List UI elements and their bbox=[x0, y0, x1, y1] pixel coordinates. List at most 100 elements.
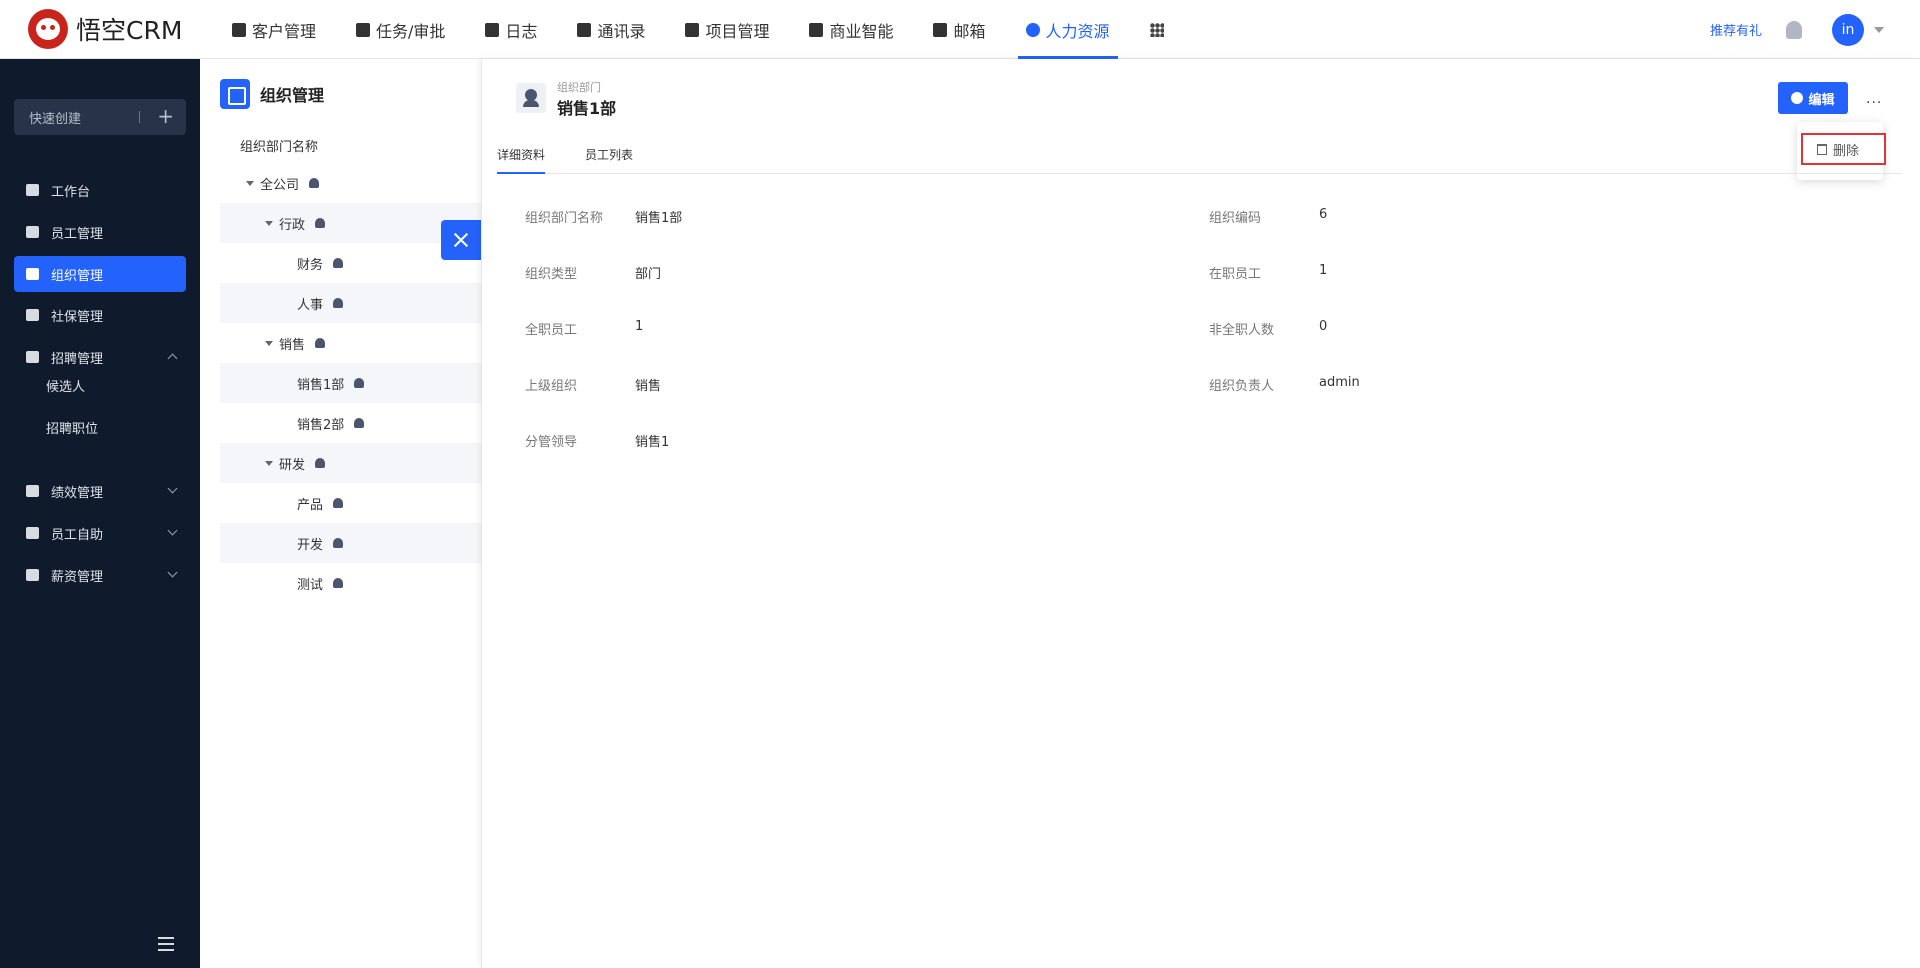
sidebar-item-label: 员工自助 bbox=[51, 527, 104, 543]
tree-node-label: 开发 bbox=[297, 537, 324, 553]
menu-log[interactable]: 日志 bbox=[465, 0, 557, 59]
tree-node-label: 研发 bbox=[279, 457, 306, 473]
menu-label: 任务/审批 bbox=[376, 21, 446, 41]
tree-node-test[interactable]: 测试 bbox=[220, 563, 481, 603]
user-badge-icon bbox=[26, 527, 39, 539]
sidebar-item-label: 社保管理 bbox=[51, 309, 104, 325]
menu-label: 人力资源 bbox=[1045, 21, 1110, 41]
department-user-icon bbox=[516, 83, 546, 113]
user-icon bbox=[354, 378, 365, 388]
sidebar: 快速创建 + 工作台 员工管理 组织管理 社保管理 招聘管理 候选人 招聘职位 … bbox=[0, 59, 200, 968]
tree-node-sales-2[interactable]: 销售2部 bbox=[220, 403, 481, 443]
caret-down-icon[interactable] bbox=[246, 180, 254, 186]
field-label: 组织负责人 bbox=[1209, 379, 1275, 394]
more-button[interactable]: ··· bbox=[1866, 95, 1882, 111]
tree-node-sales-1[interactable]: 销售1部 bbox=[220, 363, 481, 403]
sidebar-item-org[interactable]: 组织管理 bbox=[14, 256, 186, 292]
notebook-icon bbox=[485, 22, 500, 37]
tab-details[interactable]: 详细资料 bbox=[497, 146, 546, 174]
sidebar-item-workbench[interactable]: 工作台 bbox=[14, 172, 186, 208]
sidebar-item-employee[interactable]: 员工管理 bbox=[14, 214, 186, 250]
menu-label: 项目管理 bbox=[705, 21, 770, 41]
sidebar-item-performance[interactable]: 绩效管理 bbox=[14, 473, 186, 509]
app-grid-button[interactable] bbox=[1130, 0, 1184, 59]
menu-label: 通讯录 bbox=[597, 21, 646, 41]
tree-node-company[interactable]: 全公司 bbox=[220, 163, 481, 203]
tree-node-hr[interactable]: 人事 bbox=[220, 283, 481, 323]
top-navigation: 悟空CRM 客户管理 任务/审批 日志 通讯录 项目管理 商业智能 邮箱 人力资… bbox=[0, 0, 1920, 59]
field-value: 6 bbox=[1319, 207, 1328, 222]
field-label: 组织部门名称 bbox=[525, 211, 604, 226]
tree-node-sales[interactable]: 销售 bbox=[220, 323, 481, 363]
chevron-down-icon[interactable] bbox=[1874, 26, 1884, 33]
menu-task-approval[interactable]: 任务/审批 bbox=[336, 0, 465, 59]
menu-customer[interactable]: 客户管理 bbox=[212, 0, 336, 59]
tree-node-label: 人事 bbox=[297, 297, 324, 313]
field-value: 销售 bbox=[635, 379, 662, 394]
field-label: 在职员工 bbox=[1209, 267, 1262, 282]
menu-bi[interactable]: 商业智能 bbox=[789, 0, 913, 59]
caret-down-icon[interactable] bbox=[265, 340, 273, 346]
bell-icon[interactable] bbox=[1786, 20, 1802, 39]
chevron-down-icon bbox=[167, 525, 178, 536]
menu-mail[interactable]: 邮箱 bbox=[913, 0, 1005, 59]
caret-down-icon[interactable] bbox=[265, 220, 273, 226]
quick-create-button[interactable]: 快速创建 + bbox=[14, 99, 186, 135]
user-icon bbox=[333, 258, 344, 268]
sidebar-subitem-positions[interactable]: 招聘职位 bbox=[46, 418, 98, 437]
org-tree-panel: 组织管理 组织部门名称 全公司 行政 财务 人事 销售 销售1部 销售2部 研发… bbox=[200, 59, 481, 968]
chevron-up-icon bbox=[167, 353, 178, 364]
edit-button[interactable]: 编辑 bbox=[1778, 82, 1848, 114]
logo[interactable]: 悟空CRM bbox=[28, 9, 182, 49]
sidebar-item-recruitment[interactable]: 招聘管理 bbox=[14, 339, 186, 375]
bar-chart-icon bbox=[26, 485, 39, 497]
sidebar-item-social-security[interactable]: 社保管理 bbox=[14, 297, 186, 333]
quick-create-label: 快速创建 bbox=[29, 111, 82, 127]
tree-node-label: 财务 bbox=[297, 257, 324, 273]
menu-contacts[interactable]: 通讯录 bbox=[557, 0, 665, 59]
field-label: 分管领导 bbox=[525, 435, 578, 450]
phone-book-icon bbox=[577, 22, 592, 37]
detail-subtitle: 组织部门 bbox=[557, 81, 601, 94]
recommend-link[interactable]: 推荐有礼 bbox=[1710, 20, 1762, 39]
detail-panel: 组织部门 销售1部 编辑 ··· 删除 详细资料 员工列表 组织部门名称 销售1… bbox=[481, 59, 1920, 968]
tree-node-label: 测试 bbox=[297, 577, 324, 593]
field-value: admin bbox=[1319, 375, 1360, 390]
close-detail-button[interactable] bbox=[441, 220, 481, 260]
field-label: 全职员工 bbox=[525, 323, 578, 338]
collapse-menu-icon[interactable] bbox=[158, 937, 180, 953]
tree-node-dev[interactable]: 开发 bbox=[220, 523, 481, 563]
main-menu: 客户管理 任务/审批 日志 通讯录 项目管理 商业智能 邮箱 人力资源 bbox=[212, 0, 1184, 59]
monitor-icon bbox=[26, 184, 39, 196]
briefcase-icon bbox=[356, 22, 371, 37]
tree-node-product[interactable]: 产品 bbox=[220, 483, 481, 523]
tree-node-rnd[interactable]: 研发 bbox=[220, 443, 481, 483]
caret-down-icon[interactable] bbox=[265, 460, 273, 466]
logo-text: 悟空CRM bbox=[76, 16, 183, 45]
user-icon bbox=[26, 226, 39, 238]
monkey-logo-icon bbox=[28, 9, 68, 49]
top-right-actions: 推荐有礼 in bbox=[1710, 0, 1884, 59]
sidebar-subitem-candidates[interactable]: 候选人 bbox=[46, 376, 85, 395]
plus-icon[interactable]: + bbox=[157, 104, 174, 128]
chevron-down-icon bbox=[167, 483, 178, 494]
avatar[interactable]: in bbox=[1832, 13, 1864, 46]
tree-node-label: 销售2部 bbox=[297, 417, 345, 433]
tree-node-label: 销售 bbox=[279, 337, 306, 353]
menu-label: 客户管理 bbox=[252, 21, 317, 41]
sidebar-item-self-service[interactable]: 员工自助 bbox=[14, 515, 186, 551]
org-chart-icon bbox=[309, 178, 320, 188]
user-icon bbox=[333, 298, 344, 308]
tab-employee-list[interactable]: 员工列表 bbox=[585, 146, 633, 174]
sidebar-item-salary[interactable]: 薪资管理 bbox=[14, 557, 186, 593]
shield-icon bbox=[26, 309, 39, 321]
menu-project[interactable]: 项目管理 bbox=[665, 0, 789, 59]
tree-node-label: 产品 bbox=[297, 497, 324, 513]
field-value: 1 bbox=[1319, 263, 1328, 278]
user-icon bbox=[354, 418, 365, 428]
field-label: 组织编码 bbox=[1209, 211, 1262, 226]
menu-label: 商业智能 bbox=[829, 21, 894, 41]
menu-hr[interactable]: 人力资源 bbox=[1006, 0, 1130, 59]
sidebar-item-label: 员工管理 bbox=[51, 226, 104, 242]
sidebar-item-label: 薪资管理 bbox=[51, 569, 104, 585]
